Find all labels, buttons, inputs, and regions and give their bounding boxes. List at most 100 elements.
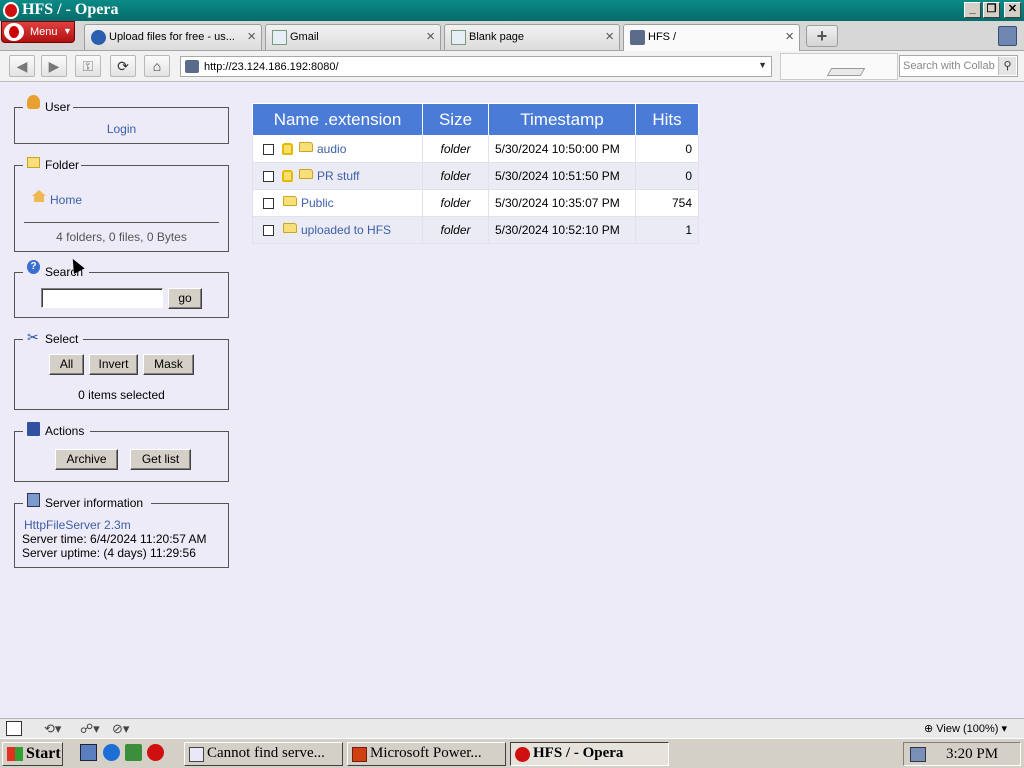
close-tab-icon[interactable]: × bbox=[605, 28, 614, 45]
restore-button[interactable]: ❐ bbox=[983, 2, 1000, 18]
start-label: Start bbox=[26, 745, 61, 762]
invert-selection-button[interactable]: Invert bbox=[89, 354, 138, 375]
close-window-button[interactable]: ✕ bbox=[1004, 2, 1021, 18]
hfs-icon bbox=[185, 60, 199, 73]
internet-explorer-icon[interactable] bbox=[103, 744, 120, 761]
folder-panel: Folder Home 4 folders, 0 files, 0 Bytes bbox=[14, 157, 229, 252]
scissors-icon: ✂ bbox=[27, 329, 39, 345]
server-uptime: Server uptime: (4 days) 11:29:56 bbox=[22, 546, 196, 560]
timestamp-cell: 5/30/2024 10:50:00 PM bbox=[488, 135, 636, 163]
server-icon bbox=[27, 493, 40, 507]
column-header-size[interactable]: Size bbox=[422, 103, 489, 136]
panel-title: User bbox=[45, 100, 71, 114]
search-placeholder: Search with Collab bbox=[903, 60, 995, 72]
turbo-icon[interactable]: ⟲▾ bbox=[44, 721, 70, 736]
help-icon: ? bbox=[27, 260, 40, 274]
table-row: uploaded to HFS folder 5/30/2024 10:52:1… bbox=[252, 216, 699, 244]
window-title: HFS / - Opera bbox=[22, 1, 119, 18]
opera-menu-button[interactable]: Menu ▼ bbox=[1, 21, 75, 43]
tab-bar: Menu ▼ Upload files for free - us... × G… bbox=[0, 21, 1024, 51]
panel-title: Server information bbox=[45, 496, 144, 510]
search-field[interactable]: Search with Collab ⚲ bbox=[899, 55, 1018, 77]
taskbar-item-error[interactable]: Cannot find serve... bbox=[184, 742, 343, 766]
hfs-icon bbox=[630, 30, 645, 45]
opera-icon[interactable] bbox=[147, 744, 164, 761]
close-tab-icon[interactable]: × bbox=[785, 28, 794, 45]
row-checkbox[interactable] bbox=[263, 224, 274, 236]
folder-link[interactable]: audio bbox=[317, 142, 346, 156]
folder-link[interactable]: Public bbox=[301, 196, 334, 210]
tab-upload-files[interactable]: Upload files for free - us... × bbox=[84, 24, 262, 50]
hits-cell: 754 bbox=[635, 189, 699, 217]
folder-link[interactable]: PR stuff bbox=[317, 169, 359, 183]
closed-tabs-trash-icon[interactable] bbox=[998, 26, 1017, 46]
go-button[interactable]: go bbox=[168, 288, 202, 309]
widgets-icon[interactable]: ⊘▾ bbox=[112, 721, 142, 736]
close-tab-icon[interactable]: × bbox=[426, 28, 435, 45]
home-button[interactable]: ⌂ bbox=[144, 55, 170, 77]
url-text[interactable]: http://23.124.186.192:8080/ bbox=[204, 61, 339, 73]
new-tab-button[interactable]: + bbox=[806, 25, 838, 47]
home-link[interactable]: Home bbox=[50, 193, 82, 207]
folder-icon bbox=[299, 169, 313, 180]
zoom-control[interactable]: ⊕ View (100%) ▾ bbox=[924, 722, 1007, 735]
hits-cell: 1 bbox=[635, 216, 699, 244]
close-tab-icon[interactable]: × bbox=[247, 28, 256, 45]
clock[interactable]: 3:20 PM bbox=[946, 746, 998, 763]
row-checkbox[interactable] bbox=[263, 143, 274, 155]
ie-page-icon bbox=[189, 747, 204, 762]
name-cell: PR stuff bbox=[252, 162, 423, 190]
forward-button[interactable]: ▶ bbox=[41, 55, 67, 77]
tray-network-icon[interactable] bbox=[910, 747, 926, 762]
window-titlebar: HFS / - Opera _ ❐ ✕ bbox=[0, 0, 1024, 21]
archive-button[interactable]: Archive bbox=[55, 449, 118, 470]
divider bbox=[24, 222, 219, 223]
tab-hfs[interactable]: HFS / × bbox=[623, 24, 800, 51]
tab-label: HFS / bbox=[648, 31, 677, 43]
minimize-button[interactable]: _ bbox=[964, 2, 981, 18]
tab-gmail[interactable]: Gmail × bbox=[265, 24, 441, 50]
search-icon[interactable]: ⚲ bbox=[998, 57, 1016, 75]
tab-label: Blank page bbox=[469, 31, 525, 43]
lock-icon bbox=[282, 170, 293, 183]
row-checkbox[interactable] bbox=[263, 170, 274, 182]
folder-link[interactable]: uploaded to HFS bbox=[301, 223, 391, 237]
table-row: audio folder 5/30/2024 10:50:00 PM 0 bbox=[252, 135, 699, 163]
folder-icon bbox=[283, 223, 297, 234]
start-button[interactable]: Start bbox=[2, 742, 63, 766]
column-header-hits[interactable]: Hits bbox=[635, 103, 699, 136]
column-header-name[interactable]: Name .extension bbox=[252, 103, 423, 136]
save-disk-icon bbox=[27, 422, 40, 436]
select-panel: ✂ Select All Invert Mask 0 items selecte… bbox=[14, 329, 229, 410]
task-label: Microsoft Power... bbox=[370, 745, 482, 761]
server-info-panel: Server information HttpFileServer 2.3m S… bbox=[14, 493, 229, 568]
row-checkbox[interactable] bbox=[263, 197, 274, 209]
column-header-timestamp[interactable]: Timestamp bbox=[488, 103, 636, 136]
unite-icon[interactable]: ☍▾ bbox=[80, 721, 106, 736]
login-link[interactable]: Login bbox=[15, 122, 228, 136]
taskbar-item-powerpoint[interactable]: Microsoft Power... bbox=[347, 742, 506, 766]
network-icon[interactable] bbox=[125, 744, 142, 761]
actions-panel: Actions Archive Get list bbox=[14, 422, 229, 482]
panel-toggle-icon[interactable] bbox=[6, 721, 22, 736]
selection-status: 0 items selected bbox=[78, 388, 165, 402]
get-list-button[interactable]: Get list bbox=[130, 449, 191, 470]
speed-dial-graphic bbox=[780, 53, 898, 80]
back-button[interactable]: ◀ bbox=[9, 55, 35, 77]
system-tray: 3:20 PM bbox=[903, 742, 1021, 766]
address-bar[interactable]: http://23.124.186.192:8080/ ▼ bbox=[180, 56, 772, 77]
reload-button[interactable]: ⟳ bbox=[110, 55, 136, 77]
tab-blank-page[interactable]: Blank page × bbox=[444, 24, 620, 50]
mask-button[interactable]: Mask bbox=[143, 354, 194, 375]
select-all-button[interactable]: All bbox=[49, 354, 84, 375]
timestamp-cell: 5/30/2024 10:51:50 PM bbox=[488, 162, 636, 190]
hfs-version-link[interactable]: HttpFileServer 2.3m bbox=[24, 518, 131, 532]
key-icon[interactable]: ⚿ bbox=[75, 55, 101, 77]
show-desktop-icon[interactable] bbox=[80, 744, 97, 761]
taskbar-item-opera[interactable]: HFS / - Opera bbox=[510, 742, 669, 766]
table-header-row: Name .extension Size Timestamp Hits bbox=[252, 103, 699, 136]
status-bar: ⟲▾ ☍▾ ⊘▾ ⊕ View (100%) ▾ bbox=[0, 718, 1024, 738]
chevron-down-icon[interactable]: ▼ bbox=[758, 60, 767, 70]
search-input[interactable] bbox=[41, 288, 163, 308]
graphic-shape bbox=[826, 68, 866, 76]
